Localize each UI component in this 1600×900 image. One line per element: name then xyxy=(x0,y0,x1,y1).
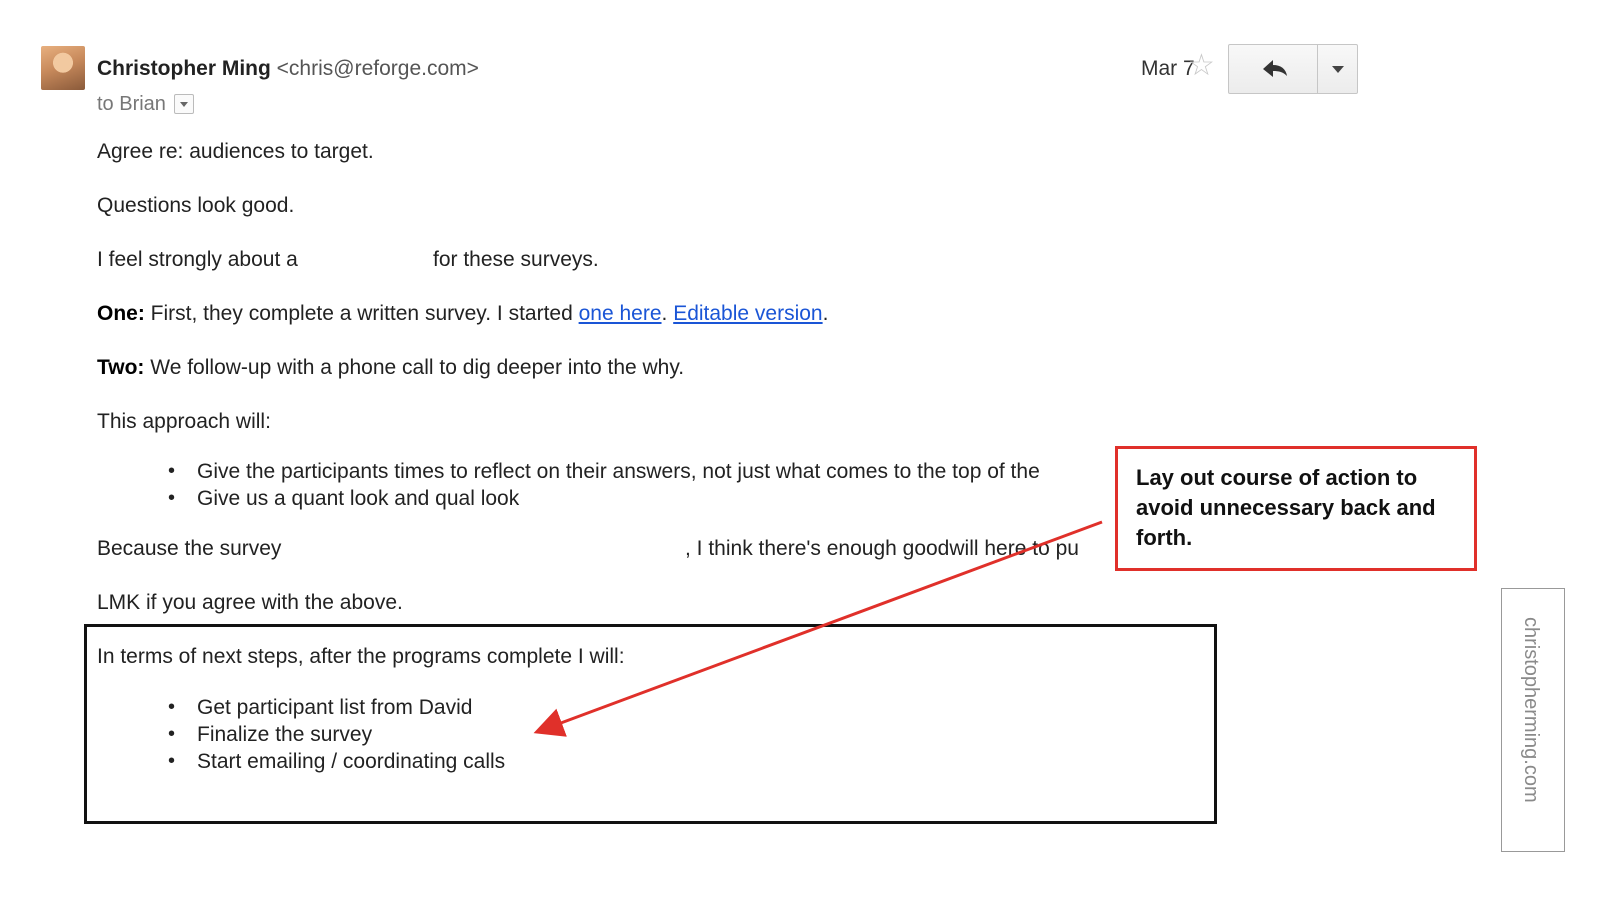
watermark-box: christopherming.com xyxy=(1501,588,1565,852)
watermark-text: christopherming.com xyxy=(1520,617,1542,803)
annotation-callout: Lay out course of action to avoid unnece… xyxy=(1115,446,1477,571)
